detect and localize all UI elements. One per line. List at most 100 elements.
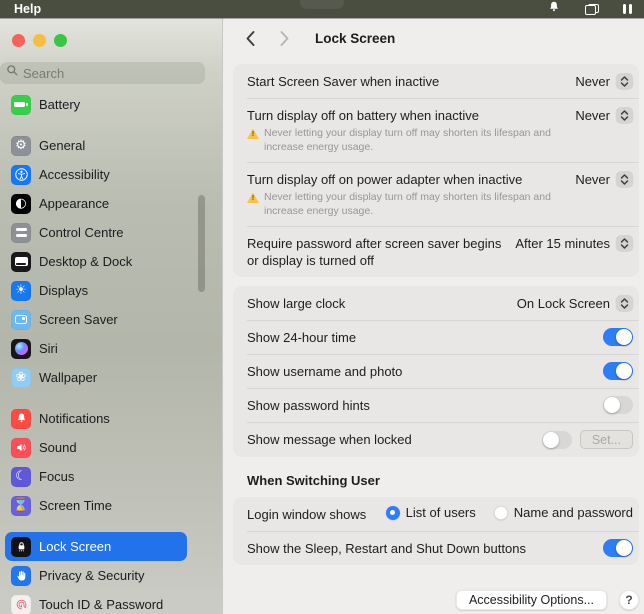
camera-notch: [300, 0, 344, 9]
notification-bell-icon[interactable]: [547, 0, 561, 19]
show-password-hints-toggle[interactable]: [603, 396, 633, 414]
sidebar-item-focus[interactable]: ☾ Focus: [5, 462, 187, 491]
sidebar-item-general[interactable]: ⚙ General: [5, 131, 187, 160]
sidebar-item-accessibility[interactable]: Accessibility: [5, 160, 187, 189]
sidebar-item-desktop-dock[interactable]: Desktop & Dock: [5, 247, 187, 276]
start-screen-saver-when-inactive-popup[interactable]: Never: [575, 72, 633, 90]
sidebar-item-control-centre[interactable]: Control Centre: [5, 218, 187, 247]
toggle-button-group: Set...: [541, 430, 633, 449]
show-the-sleep-restart-and-shut-down-buttons-toggle[interactable]: [603, 539, 633, 557]
lock-icon: [11, 536, 31, 557]
displays-icon: ☀: [11, 280, 31, 301]
screen-saver-icon: [11, 309, 31, 330]
settings-row: Show message when locked Set...: [233, 422, 639, 457]
settings-row: Login window shows List of users Name and …: [233, 497, 639, 531]
settings-card: Login window shows List of users Name and …: [233, 497, 639, 565]
zoom-button[interactable]: [54, 34, 67, 47]
require-password-after-screen-saver-begins-or-display-is-turned-off-popup[interactable]: After 15 minutes: [515, 234, 633, 252]
sidebar-item-lock-screen[interactable]: Lock Screen: [5, 532, 187, 561]
sidebar-item-label: Sound: [39, 440, 77, 455]
forward-button[interactable]: [275, 26, 293, 50]
sidebar-item-touch-id-password[interactable]: Touch ID & Password: [5, 590, 187, 614]
section-title: When Switching User: [247, 473, 380, 488]
settings-content: Start Screen Saver when inactive Never Tur…: [233, 64, 639, 574]
accessibility-options-button[interactable]: Accessibility Options...: [455, 590, 607, 610]
radio-label: Name and password: [513, 505, 633, 520]
sidebar-item-label: Appearance: [39, 196, 110, 211]
window-stack-icon[interactable]: [585, 3, 600, 15]
help-button[interactable]: ?: [619, 590, 639, 610]
settings-card: Start Screen Saver when inactive Never Tur…: [233, 64, 639, 277]
radio-name-and-password[interactable]: Name and password: [493, 505, 633, 520]
search-field[interactable]: [0, 62, 205, 84]
menu-help[interactable]: Help: [14, 2, 41, 16]
setting-label: Show username and photo: [247, 364, 403, 379]
focus-icon: ☾: [11, 466, 31, 487]
sidebar: Battery ⚙ General Accessibility ◐ Appearance C…: [0, 18, 222, 614]
stepper-icon: [616, 73, 633, 89]
settings-row: Show the Sleep, Restart and Shut Down bu…: [233, 531, 639, 565]
sidebar-item-appearance[interactable]: ◐ Appearance: [5, 189, 187, 218]
warning-message: Never letting your display turn off may …: [247, 127, 592, 154]
setting-label: Show password hints: [247, 398, 370, 413]
desktop-dock-icon: [11, 251, 31, 272]
turn-display-off-on-power-adapter-when-inactive-popup[interactable]: Never: [575, 170, 633, 188]
minimize-button[interactable]: [33, 34, 46, 47]
search-input[interactable]: [23, 65, 199, 81]
wallpaper-icon: ❀: [11, 367, 31, 388]
set-message-button[interactable]: Set...: [579, 430, 633, 449]
settings-row: Turn display off on power adapter when i…: [233, 162, 639, 226]
sidebar-item-label: Screen Saver: [39, 312, 118, 327]
sidebar-item-label: Wallpaper: [39, 370, 98, 385]
warning-text: Never letting your display turn off may …: [264, 191, 551, 217]
settings-row: Show large clock On Lock Screen: [233, 286, 639, 320]
sidebar-item-label: Desktop & Dock: [39, 254, 133, 269]
sidebar-item-screen-time[interactable]: ⌛ Screen Time: [5, 491, 187, 520]
settings-row: Show password hints: [233, 388, 639, 422]
sidebar-item-label: Accessibility: [39, 167, 110, 182]
settings-row: Show username and photo: [233, 354, 639, 388]
setting-label: Show large clock: [247, 296, 346, 311]
popup-value: On Lock Screen: [516, 296, 610, 311]
stepper-icon: [616, 171, 633, 187]
sidebar-list: Battery ⚙ General Accessibility ◐ Appearance C…: [0, 90, 222, 614]
popup-value: After 15 minutes: [515, 236, 610, 251]
radio-list-of-users[interactable]: List of users: [385, 505, 476, 520]
sidebar-item-sound[interactable]: Sound: [5, 433, 187, 462]
sidebar-item-screen-saver[interactable]: Screen Saver: [5, 305, 187, 334]
turn-display-off-on-battery-when-inactive-popup[interactable]: Never: [575, 106, 633, 124]
toggle-knob: [616, 329, 632, 345]
settings-card: Show large clock On Lock Screen Show 24-ho…: [233, 286, 639, 457]
sidebar-group: ⚙ General Accessibility ◐ Appearance Control …: [0, 131, 222, 392]
sound-icon: [11, 437, 31, 458]
sidebar-item-notifications[interactable]: Notifications: [5, 404, 187, 433]
sidebar-group: Lock Screen Privacy & Security Touch ID & …: [0, 532, 222, 614]
radio-circle-icon: [493, 505, 508, 520]
show-24-hour-time-toggle[interactable]: [603, 328, 633, 346]
show-large-clock-popup[interactable]: On Lock Screen: [517, 294, 633, 312]
airpods-icon[interactable]: [623, 4, 632, 14]
sidebar-item-label: Siri: [39, 341, 58, 356]
show-message-when-locked-toggle[interactable]: [541, 430, 572, 449]
stepper-icon: [616, 295, 633, 311]
back-button[interactable]: [241, 26, 259, 50]
show-username-and-photo-toggle[interactable]: [603, 362, 633, 380]
sidebar-item-label: General: [39, 138, 86, 153]
popup-value: Never: [575, 74, 610, 89]
close-button[interactable]: [12, 34, 25, 47]
sidebar-item-privacy-security[interactable]: Privacy & Security: [5, 561, 187, 590]
settings-row: Turn display off on battery when inactiv…: [233, 98, 639, 162]
sidebar-item-battery[interactable]: Battery: [5, 90, 187, 119]
toggle-knob: [604, 397, 620, 413]
sidebar-scrollbar[interactable]: [198, 195, 205, 292]
sidebar-group: Battery: [0, 90, 222, 119]
sidebar-item-label: Lock Screen: [39, 539, 112, 554]
control-centre-icon: [11, 222, 31, 243]
setting-label: Show message when locked: [247, 432, 412, 447]
sidebar-item-displays[interactable]: ☀ Displays: [5, 276, 187, 305]
settings-row: Show 24-hour time: [233, 320, 639, 354]
menu-bar: Help: [0, 0, 644, 18]
sidebar-item-siri[interactable]: Siri: [5, 334, 187, 363]
settings-row: Start Screen Saver when inactive Never: [233, 64, 639, 98]
sidebar-item-wallpaper[interactable]: ❀ Wallpaper: [5, 363, 187, 392]
